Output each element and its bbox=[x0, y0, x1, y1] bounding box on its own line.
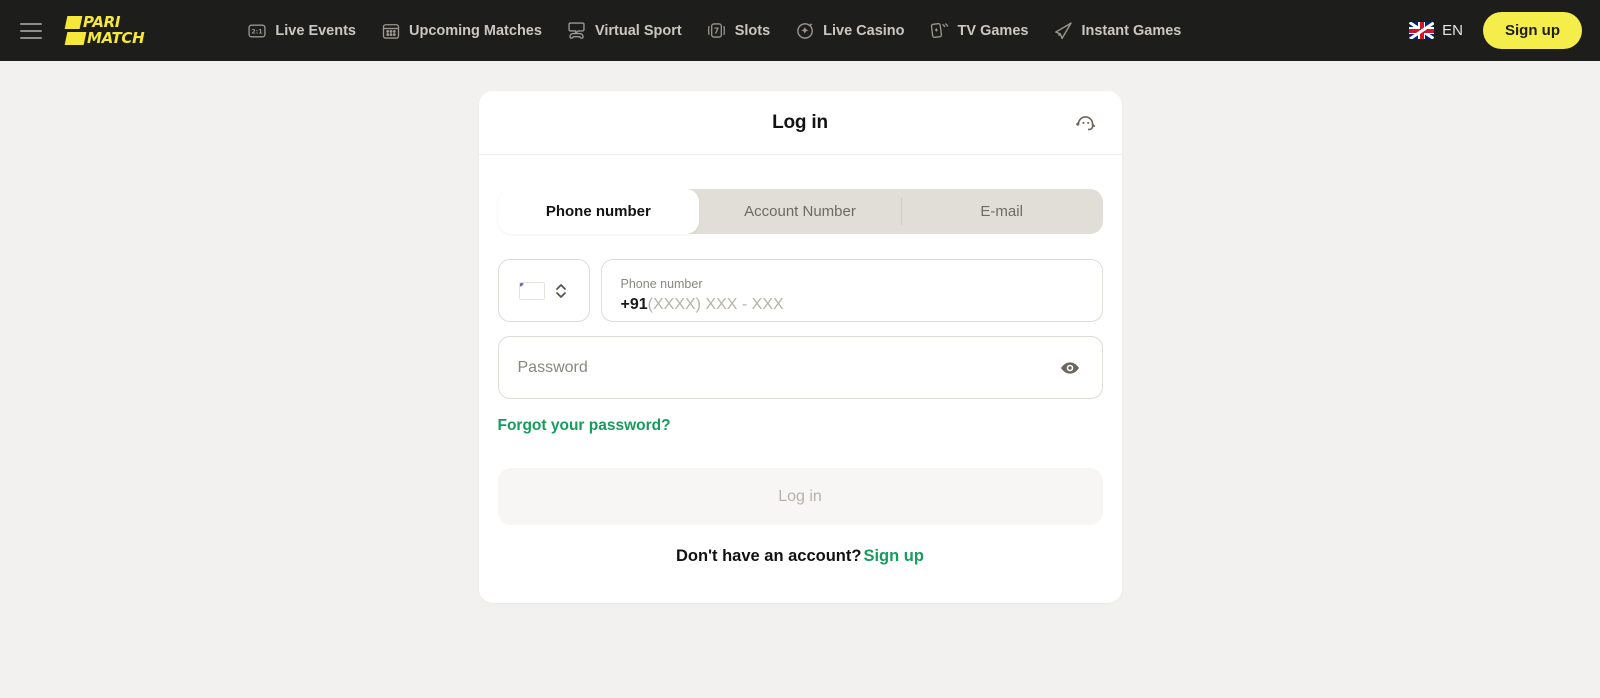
nav-item-label: Instant Games bbox=[1081, 22, 1182, 39]
nav-item-label: Live Casino bbox=[823, 22, 905, 39]
nav-item-virtual-sport[interactable]: Virtual Sport bbox=[554, 14, 694, 48]
nav-item-label: Slots bbox=[734, 22, 771, 39]
uk-flag-icon bbox=[1409, 22, 1435, 39]
gamepad-screen-icon bbox=[566, 20, 588, 42]
hamburger-bar bbox=[20, 22, 42, 25]
phone-input-row: Phone number +91 (XXXX) XXX - XXX bbox=[497, 259, 1103, 322]
playing-cards-icon bbox=[929, 20, 951, 42]
login-card-header: Log in bbox=[478, 91, 1122, 155]
rocket-icon bbox=[1052, 20, 1074, 42]
uk-flag-stripe bbox=[1409, 28, 1435, 33]
login-card: Log in Phone number Account Number E-mai… bbox=[478, 91, 1122, 603]
tab-account-number[interactable]: Account Number bbox=[699, 189, 901, 234]
login-card-body: Phone number Account Number E-mail Phone… bbox=[479, 155, 1122, 603]
india-flag-icon bbox=[519, 281, 545, 300]
logo-text-match: MATCH bbox=[87, 29, 145, 47]
phone-field-label: Phone number bbox=[620, 276, 703, 291]
login-method-tabs: Phone number Account Number E-mail bbox=[497, 189, 1103, 234]
hamburger-menu-icon[interactable] bbox=[14, 14, 48, 48]
nav-item-tv-games[interactable]: TV Games bbox=[917, 14, 1041, 48]
nav-item-label: Virtual Sport bbox=[594, 22, 682, 39]
svg-text:2:1: 2:1 bbox=[252, 28, 263, 35]
phone-field-value: +91 (XXXX) XXX - XXX bbox=[621, 295, 1086, 315]
logo-text-pari: PARI bbox=[83, 13, 121, 31]
hamburger-bar bbox=[20, 36, 42, 39]
signup-link[interactable]: Sign up bbox=[863, 547, 924, 565]
nav-item-live-events[interactable]: 2:1 Live Events bbox=[234, 14, 368, 48]
nav-right-group: EN Sign up bbox=[1403, 12, 1582, 49]
signup-prompt-row: Don't have an account? Sign up bbox=[498, 547, 1103, 566]
uk-flag-stripe bbox=[1419, 22, 1424, 39]
top-navigation-bar: PARI MATCH 2:1 Live Events Upcoming Matc… bbox=[0, 0, 1600, 61]
nav-item-upcoming-matches[interactable]: Upcoming Matches bbox=[368, 14, 554, 48]
hamburger-bar bbox=[20, 29, 42, 32]
nav-item-label: Live Events bbox=[275, 22, 356, 39]
forgot-password-link[interactable]: Forgot your password? bbox=[498, 417, 671, 435]
svg-text:7: 7 bbox=[714, 27, 719, 36]
nav-links: 2:1 Live Events Upcoming Matches Virtual… bbox=[234, 14, 1403, 48]
ashoka-chakra-icon bbox=[520, 282, 524, 286]
tab-phone-number[interactable]: Phone number bbox=[497, 189, 700, 234]
language-label: EN bbox=[1442, 22, 1463, 39]
signup-prompt-text: Don't have an account? bbox=[676, 547, 862, 565]
logo-block-icon bbox=[64, 16, 83, 29]
eye-icon[interactable] bbox=[1057, 355, 1083, 381]
nav-item-slots[interactable]: 7 Slots bbox=[694, 14, 782, 48]
page-content: Log in Phone number Account Number E-mai… bbox=[0, 61, 1600, 698]
nav-item-label: Upcoming Matches bbox=[409, 22, 542, 39]
phone-number-input[interactable]: Phone number +91 (XXXX) XXX - XXX bbox=[600, 259, 1103, 322]
parimatch-logo[interactable]: PARI MATCH bbox=[64, 13, 145, 47]
logo-block-icon bbox=[64, 32, 87, 45]
tab-email[interactable]: E-mail bbox=[900, 189, 1103, 234]
logo-line-2: MATCH bbox=[64, 29, 145, 47]
nav-item-instant-games[interactable]: Instant Games bbox=[1040, 14, 1193, 48]
phone-country-prefix: +91 bbox=[620, 295, 648, 313]
live-score-icon: 2:1 bbox=[246, 20, 268, 42]
chevron-up-down-icon bbox=[554, 281, 568, 301]
slot-seven-icon: 7 bbox=[706, 20, 728, 42]
calendar-icon bbox=[380, 20, 402, 42]
page-title: Log in bbox=[772, 111, 828, 133]
login-submit-button[interactable]: Log in bbox=[497, 468, 1103, 525]
language-selector[interactable]: EN bbox=[1403, 18, 1469, 43]
headset-support-icon[interactable] bbox=[1072, 109, 1100, 137]
password-input[interactable] bbox=[517, 358, 1057, 377]
phone-placeholder: (XXXX) XXX - XXX bbox=[647, 295, 784, 313]
password-field[interactable] bbox=[497, 336, 1103, 399]
nav-item-live-casino[interactable]: Live Casino bbox=[782, 14, 916, 48]
logo-line-1: PARI bbox=[64, 13, 144, 31]
country-code-selector[interactable] bbox=[497, 259, 590, 322]
sparkle-icon bbox=[794, 20, 816, 42]
signup-button[interactable]: Sign up bbox=[1483, 12, 1582, 49]
nav-item-label: TV Games bbox=[957, 22, 1029, 39]
